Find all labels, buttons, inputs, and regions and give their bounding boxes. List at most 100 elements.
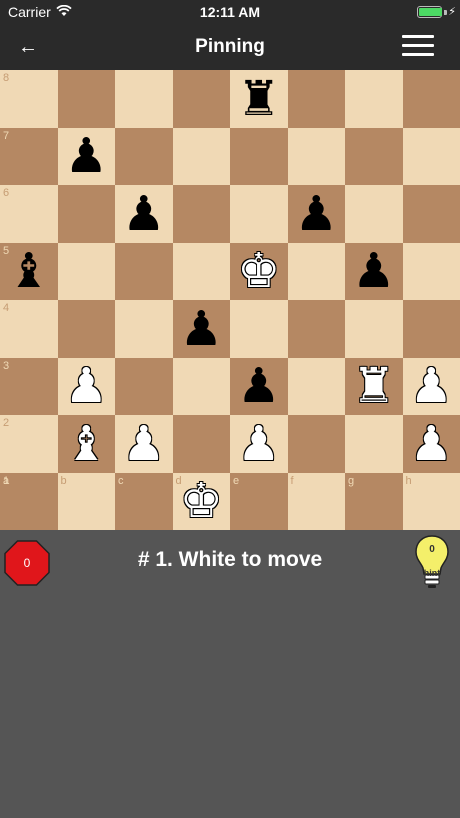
square-h3[interactable]: ♟ bbox=[402, 357, 460, 416]
square-h7[interactable] bbox=[402, 127, 460, 185]
white-pawn-c2[interactable]: ♟ bbox=[115, 415, 173, 473]
hamburger-menu-icon[interactable] bbox=[402, 35, 434, 57]
square-c1[interactable]: c bbox=[115, 472, 173, 530]
hint-count: 0 bbox=[429, 544, 435, 555]
white-pawn-h2[interactable]: ♟ bbox=[403, 415, 460, 473]
square-d3[interactable] bbox=[172, 357, 230, 415]
file-label-a: a bbox=[3, 474, 10, 487]
black-pawn-f6[interactable]: ♟ bbox=[288, 185, 346, 243]
chess-board[interactable]: 8 ♜ 7 ♟ 6 ♟ ♟ 5 ♝ ♚ ♟ 4 ♟ 3 ♟ ♟ ♜ ♟ 2 ♝ ♟ ♟ ♟ 1 a b c d ♚ e f g h bbox=[0, 70, 460, 530]
black-pawn-g5[interactable]: ♟ bbox=[345, 243, 403, 301]
square-h8[interactable] bbox=[402, 70, 460, 128]
rank-label-6: 6 bbox=[3, 187, 10, 199]
file-label-e: e bbox=[233, 474, 240, 487]
square-e4[interactable] bbox=[230, 300, 288, 358]
square-g3[interactable]: ♜ bbox=[345, 357, 403, 416]
puzzle-prompt: # 1. White to move bbox=[137, 548, 323, 571]
square-a4[interactable]: 4 bbox=[0, 300, 58, 358]
square-e5[interactable]: ♚ bbox=[230, 242, 288, 301]
square-f6[interactable]: ♟ bbox=[287, 185, 346, 243]
square-b6[interactable] bbox=[57, 185, 115, 243]
square-a5[interactable]: 5 ♝ bbox=[0, 242, 58, 301]
square-g2[interactable] bbox=[345, 415, 403, 473]
square-e2[interactable]: ♟ bbox=[230, 415, 288, 473]
square-d5[interactable] bbox=[172, 242, 230, 300]
black-bishop-a5[interactable]: ♝ bbox=[0, 243, 58, 301]
white-bishop-b2[interactable]: ♝ bbox=[58, 415, 116, 473]
square-f3[interactable] bbox=[287, 357, 345, 415]
square-a2[interactable]: 2 bbox=[0, 415, 58, 473]
square-d1[interactable]: d ♚ bbox=[172, 472, 231, 531]
square-g4[interactable] bbox=[345, 300, 403, 358]
white-pawn-b3[interactable]: ♟ bbox=[58, 358, 116, 416]
square-e1[interactable]: e bbox=[230, 472, 288, 530]
square-c3[interactable] bbox=[115, 357, 173, 415]
black-rook-e8[interactable]: ♜ bbox=[230, 70, 288, 128]
square-c6[interactable]: ♟ bbox=[115, 185, 173, 243]
charging-icon: ⚡ bbox=[448, 6, 456, 18]
clock: 12:11 AM bbox=[199, 4, 261, 20]
square-b3[interactable]: ♟ bbox=[57, 357, 116, 416]
status-bar: Carrier 12:11 AM ⚡ bbox=[0, 0, 460, 24]
square-f7[interactable] bbox=[287, 127, 345, 185]
square-b1[interactable]: b bbox=[57, 472, 115, 530]
black-pawn-d4[interactable]: ♟ bbox=[173, 300, 231, 358]
file-label-b: b bbox=[60, 474, 67, 487]
square-e3[interactable]: ♟ bbox=[230, 357, 288, 416]
black-pawn-c6[interactable]: ♟ bbox=[115, 185, 173, 243]
square-c8[interactable] bbox=[115, 70, 173, 128]
square-b8[interactable] bbox=[57, 70, 115, 128]
square-b2[interactable]: ♝ bbox=[57, 415, 116, 473]
white-pawn-h3[interactable]: ♟ bbox=[403, 358, 460, 416]
page-title: Pinning bbox=[195, 36, 265, 57]
square-f8[interactable] bbox=[287, 70, 345, 128]
square-b5[interactable] bbox=[57, 242, 115, 300]
square-e8[interactable]: ♜ bbox=[230, 70, 288, 128]
square-a7[interactable]: 7 bbox=[0, 127, 58, 185]
white-king-d1[interactable]: ♚ bbox=[173, 473, 231, 531]
square-h1[interactable]: h bbox=[402, 472, 460, 530]
square-h2[interactable]: ♟ bbox=[402, 415, 460, 473]
square-g8[interactable] bbox=[345, 70, 403, 128]
square-c5[interactable] bbox=[115, 242, 173, 300]
square-d7[interactable] bbox=[172, 127, 230, 185]
square-g7[interactable] bbox=[345, 127, 403, 185]
square-d8[interactable] bbox=[172, 70, 230, 128]
square-a8[interactable]: 8 bbox=[0, 70, 58, 128]
file-label-g: g bbox=[348, 474, 355, 487]
square-c7[interactable] bbox=[115, 127, 173, 185]
square-h5[interactable] bbox=[402, 242, 460, 300]
black-pawn-e3[interactable]: ♟ bbox=[230, 358, 288, 416]
square-f4[interactable] bbox=[287, 300, 345, 358]
white-king-e5[interactable]: ♚ bbox=[230, 243, 288, 301]
rank-label-3: 3 bbox=[3, 359, 10, 372]
file-label-h: h bbox=[405, 474, 412, 487]
white-rook-g3[interactable]: ♜ bbox=[345, 358, 403, 416]
battery-icon bbox=[417, 6, 442, 18]
square-d4[interactable]: ♟ bbox=[172, 300, 231, 358]
square-d6[interactable] bbox=[172, 185, 230, 243]
square-a6[interactable]: 6 bbox=[0, 185, 58, 243]
square-e7[interactable] bbox=[230, 127, 288, 185]
square-b7[interactable]: ♟ bbox=[57, 127, 116, 186]
square-f5[interactable] bbox=[287, 242, 345, 300]
square-f2[interactable] bbox=[287, 415, 345, 473]
square-e6[interactable] bbox=[230, 185, 288, 243]
square-g5[interactable]: ♟ bbox=[345, 242, 403, 301]
square-h6[interactable] bbox=[402, 185, 460, 243]
square-g6[interactable] bbox=[345, 185, 403, 243]
square-d2[interactable] bbox=[172, 415, 230, 473]
lightbulb-hint-icon[interactable] bbox=[414, 534, 450, 590]
square-c2[interactable]: ♟ bbox=[115, 415, 173, 473]
square-a1[interactable]: 1a bbox=[0, 472, 58, 530]
black-pawn-b7[interactable]: ♟ bbox=[58, 128, 116, 186]
square-a3[interactable]: 3 bbox=[0, 357, 58, 415]
square-c4[interactable] bbox=[115, 300, 173, 358]
square-g1[interactable]: g bbox=[345, 472, 403, 530]
square-f1[interactable]: f bbox=[287, 472, 345, 530]
battery-level bbox=[419, 8, 442, 16]
square-h4[interactable] bbox=[402, 300, 460, 358]
square-b4[interactable] bbox=[57, 300, 115, 358]
hint-label: hint bbox=[423, 568, 441, 578]
white-pawn-e2[interactable]: ♟ bbox=[230, 415, 288, 473]
